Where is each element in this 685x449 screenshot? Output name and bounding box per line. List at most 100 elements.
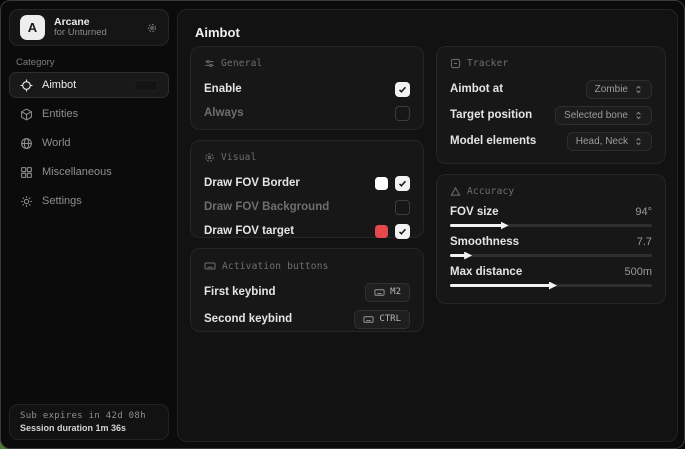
keyboard-icon — [363, 314, 374, 325]
setting-label: Draw FOV Background — [204, 201, 329, 213]
keyboard-icon — [374, 287, 385, 298]
check-icon — [398, 179, 407, 188]
sync-icon[interactable] — [146, 22, 158, 34]
slider-label: FOV size — [450, 206, 499, 218]
always-checkbox[interactable] — [395, 106, 410, 121]
section-title-general: General — [221, 58, 262, 69]
select-value: Zombie — [595, 84, 628, 95]
setting-label: Second keybind — [204, 313, 292, 325]
entities-cube-icon — [20, 108, 33, 121]
brand-card: A Arcane for Unturned — [9, 9, 169, 46]
page-title: Aimbot — [195, 25, 240, 40]
sidebar-nav: Aimbot Entities World Misce — [9, 72, 169, 214]
setting-label: Target position — [450, 109, 532, 121]
first-keybind-button[interactable]: M2 — [365, 283, 410, 302]
sub-expires-text: Sub expires in 42d 08h — [20, 411, 158, 421]
crosshair-icon — [20, 79, 33, 92]
keyboard-icon — [204, 260, 216, 272]
setting-label: Model elements — [450, 135, 536, 147]
chevron-up-down-icon — [634, 137, 643, 146]
slider-value: 94° — [635, 206, 652, 218]
setting-label: Always — [204, 107, 244, 119]
keybind-value: M2 — [390, 287, 401, 297]
setting-label: First keybind — [204, 286, 276, 298]
keybind-value: CTRL — [379, 314, 401, 324]
grid-icon — [20, 166, 33, 179]
enable-checkbox[interactable] — [395, 82, 410, 97]
section-title-accuracy: Accuracy — [467, 186, 514, 197]
visual-card: Visual Draw FOV Border Draw FOV Backgrou… — [190, 140, 424, 238]
sidebar-item-settings[interactable]: Settings — [9, 188, 169, 214]
setting-label: Aimbot at — [450, 83, 503, 95]
arcane-window: A Arcane for Unturned Category Aimbot — [0, 0, 685, 449]
check-icon — [398, 227, 407, 236]
slider-thumb[interactable] — [549, 282, 557, 290]
sidebar-item-label: Entities — [42, 108, 78, 120]
sidebar-item-label: World — [42, 137, 71, 149]
select-value: Head, Neck — [576, 136, 628, 147]
fov-size-slider[interactable] — [450, 224, 652, 227]
subscription-card: Sub expires in 42d 08h Session duration … — [9, 404, 169, 440]
smoothness-slider[interactable] — [450, 254, 652, 257]
color-swatch[interactable] — [375, 225, 388, 238]
sidebar-item-world[interactable]: World — [9, 130, 169, 156]
keybind-ghost-badge — [134, 80, 158, 91]
eye-aperture-icon — [204, 152, 215, 163]
fov-background-checkbox[interactable] — [395, 200, 410, 215]
slider-thumb[interactable] — [501, 222, 509, 230]
slider-label: Smoothness — [450, 236, 519, 248]
slider-value: 500m — [624, 266, 652, 278]
setting-label: Draw FOV Border — [204, 177, 300, 189]
accuracy-card: Accuracy FOV size 94° Smoothness 7.7 — [436, 174, 666, 304]
max-distance-slider-block: Max distance 500m — [450, 266, 652, 287]
aimbot-at-select[interactable]: Zombie — [586, 80, 652, 99]
max-distance-slider[interactable] — [450, 284, 652, 287]
setting-label: Enable — [204, 83, 242, 95]
sidebar-item-label: Settings — [42, 195, 82, 207]
brand-subtitle: for Unturned — [54, 28, 146, 39]
tracker-card: Tracker Aimbot at Zombie Target position — [436, 46, 666, 164]
setting-row-first-keybind: First keybind M2 — [204, 281, 410, 303]
fov-target-checkbox[interactable] — [395, 224, 410, 239]
setting-row-aimbot-at: Aimbot at Zombie — [450, 78, 652, 100]
second-keybind-button[interactable]: CTRL — [354, 310, 410, 329]
sidebar: A Arcane for Unturned Category Aimbot — [1, 1, 177, 448]
setting-row-enable: Enable — [204, 78, 410, 100]
activation-card: Activation buttons First keybind M2 Seco… — [190, 248, 424, 332]
setting-row-second-keybind: Second keybind CTRL — [204, 308, 410, 330]
category-label: Category — [16, 57, 55, 68]
setting-row-target-position: Target position Selected bone — [450, 104, 652, 126]
sidebar-item-entities[interactable]: Entities — [9, 101, 169, 127]
general-card: General Enable Always — [190, 46, 424, 130]
globe-icon — [20, 137, 33, 150]
section-title-tracker: Tracker — [467, 58, 508, 69]
slider-value: 7.7 — [637, 236, 652, 248]
target-position-select[interactable]: Selected bone — [555, 106, 652, 125]
section-title-activation: Activation buttons — [222, 261, 329, 272]
slider-thumb[interactable] — [464, 252, 472, 260]
chevron-up-down-icon — [634, 111, 643, 120]
sliders-icon — [204, 58, 215, 69]
main-panel: Aimbot General Enable Always — [177, 9, 678, 442]
setting-row-fov-target: Draw FOV target — [204, 220, 410, 242]
setting-row-fov-border: Draw FOV Border — [204, 172, 410, 194]
color-swatch[interactable] — [375, 177, 388, 190]
sidebar-item-label: Aimbot — [42, 79, 76, 91]
model-elements-select[interactable]: Head, Neck — [567, 132, 652, 151]
setting-row-always: Always — [204, 102, 410, 124]
arcane-logo: A — [20, 15, 45, 40]
sidebar-item-aimbot[interactable]: Aimbot — [9, 72, 169, 98]
sidebar-item-label: Miscellaneous — [42, 166, 112, 178]
setting-row-fov-background: Draw FOV Background — [204, 196, 410, 218]
session-duration-text: Session duration 1m 36s — [20, 423, 158, 433]
section-title-visual: Visual — [221, 152, 257, 163]
triangle-icon — [450, 186, 461, 197]
smoothness-slider-block: Smoothness 7.7 — [450, 236, 652, 257]
select-value: Selected bone — [564, 110, 628, 121]
fov-border-checkbox[interactable] — [395, 176, 410, 191]
tracker-scan-icon — [450, 58, 461, 69]
fov-size-slider-block: FOV size 94° — [450, 206, 652, 227]
sidebar-item-miscellaneous[interactable]: Miscellaneous — [9, 159, 169, 185]
slider-label: Max distance — [450, 266, 522, 278]
setting-label: Draw FOV target — [204, 225, 294, 237]
